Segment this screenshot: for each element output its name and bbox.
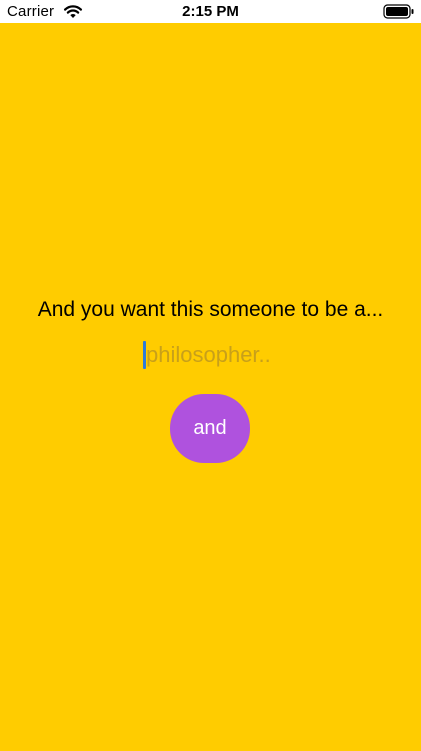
and-button[interactable]: and <box>170 394 250 463</box>
status-time: 2:15 PM <box>182 3 239 20</box>
question-prompt: And you want this someone to be a... <box>37 298 384 321</box>
answer-placeholder: philosopher.. <box>146 342 271 367</box>
app-screen: Carrier 2:15 PM And you want this someon… <box>0 0 421 751</box>
battery-icon <box>383 4 415 19</box>
status-bar: Carrier 2:15 PM <box>0 0 421 23</box>
